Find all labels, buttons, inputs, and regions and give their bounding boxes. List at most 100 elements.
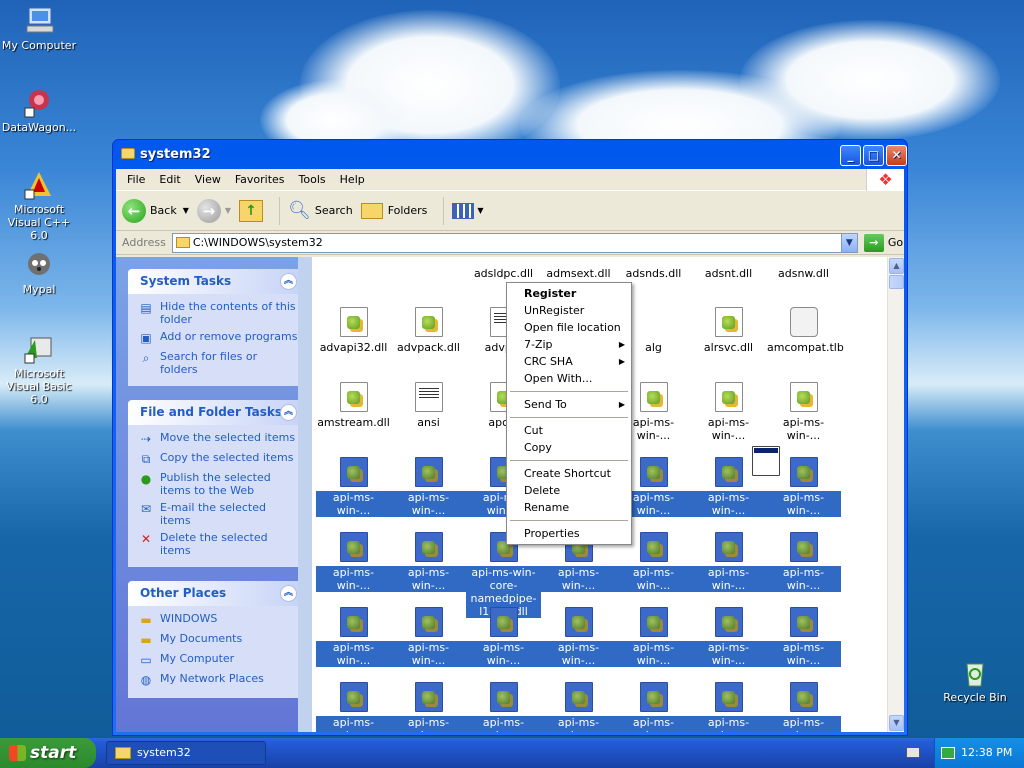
scroll-down-arrow-icon[interactable]: ▼ xyxy=(889,715,904,731)
file-item[interactable]: api-ms-win-... xyxy=(616,607,691,667)
file-item[interactable]: api-ms-win-... xyxy=(766,457,841,517)
task-pane-scrollbar[interactable] xyxy=(298,257,312,732)
task-publish-items[interactable]: ● Publish the selected items to the Web xyxy=(138,471,298,497)
task-copy-items[interactable]: ⧉ Copy the selected items xyxy=(138,451,298,467)
taskbar-item-system32[interactable]: system32 xyxy=(106,741,266,765)
maximize-button[interactable]: □ xyxy=(863,145,884,166)
place-my-network-places[interactable]: ◍ My Network Places xyxy=(138,672,298,688)
task-delete-items[interactable]: ✕ Delete the selected items xyxy=(138,531,298,557)
place-my-documents[interactable]: ▬ My Documents xyxy=(138,632,298,648)
file-item[interactable]: api-ms-win-... xyxy=(391,607,466,667)
file-item[interactable]: admsext.dll xyxy=(541,267,616,280)
search-button[interactable]: 🔍︎ Search xyxy=(288,200,353,221)
chevron-down-icon[interactable]: ▼ xyxy=(840,233,857,252)
task-add-remove-programs[interactable]: ▣ Add or remove programs xyxy=(138,330,298,346)
context-menu-item-crc-sha[interactable]: CRC SHA ▶ xyxy=(507,353,631,370)
context-menu-item-open-file-location[interactable]: Open file location xyxy=(507,319,631,336)
panel-header[interactable]: Other Places ︽ xyxy=(128,581,302,606)
title-bar[interactable]: system32 _ □ ✕ xyxy=(116,140,907,169)
file-item[interactable]: api-ms-win-... xyxy=(691,532,766,592)
close-button[interactable]: ✕ xyxy=(886,145,907,166)
file-item[interactable]: api-ms-win-... xyxy=(391,532,466,592)
menu-favorites[interactable]: Favorites xyxy=(228,173,292,186)
context-menu-item-copy[interactable]: Copy xyxy=(507,439,631,456)
file-item[interactable]: api-ms-win-... xyxy=(766,682,841,732)
file-item[interactable]: adsnw.dll xyxy=(766,267,841,280)
desktop-icon-mypal[interactable]: Mypal xyxy=(0,248,78,296)
desktop-icon-recycle-bin[interactable]: Recycle Bin xyxy=(936,656,1014,704)
file-item[interactable]: api-ms-win-... xyxy=(766,382,841,442)
context-menu-item-properties[interactable]: Properties xyxy=(507,525,631,542)
desktop-icon-my-computer[interactable]: My Computer xyxy=(0,4,78,52)
go-button[interactable]: → Go xyxy=(863,233,903,252)
file-item[interactable]: api-ms-win-... xyxy=(316,682,391,732)
file-item[interactable]: adsnt.dll xyxy=(691,267,766,280)
up-button[interactable]: ↑ xyxy=(239,199,264,222)
panel-header[interactable]: System Tasks ︽ xyxy=(128,269,302,294)
file-item[interactable]: api-ms-win-... xyxy=(616,682,691,732)
file-item[interactable]: adsldpc.dll xyxy=(466,267,541,280)
file-item[interactable]: ansi xyxy=(391,382,466,429)
context-menu-item-register[interactable]: Register xyxy=(507,285,631,302)
menu-tools[interactable]: Tools xyxy=(292,173,333,186)
menu-edit[interactable]: Edit xyxy=(152,173,187,186)
file-item[interactable]: api-ms-win-... xyxy=(766,532,841,592)
file-item[interactable]: api-ms-win-... xyxy=(691,607,766,667)
minimize-button[interactable]: _ xyxy=(840,145,861,166)
vertical-scrollbar[interactable]: ▲ ▼ xyxy=(887,257,904,732)
file-item[interactable]: api-ms-win-... xyxy=(316,457,391,517)
file-item[interactable]: adsnds.dll xyxy=(616,267,691,280)
file-item[interactable]: advpack.dll xyxy=(391,307,466,354)
file-item[interactable]: api-ms-win-... xyxy=(391,457,466,517)
task-email-items[interactable]: ✉ E-mail the selected items xyxy=(138,501,298,527)
desktop-icon-datawagon[interactable]: DataWagon... xyxy=(0,86,78,134)
menu-view[interactable]: View xyxy=(188,173,228,186)
menu-help[interactable]: Help xyxy=(333,173,372,186)
place-windows[interactable]: ▬ WINDOWS xyxy=(138,612,298,628)
file-item[interactable]: api-ms-win-... xyxy=(391,682,466,732)
file-item[interactable]: api-ms-win-... xyxy=(691,382,766,442)
place-my-computer[interactable]: ▭ My Computer xyxy=(138,652,298,668)
file-item[interactable]: api-ms-win-... xyxy=(691,682,766,732)
network-icon[interactable] xyxy=(941,747,955,759)
file-item[interactable]: api-ms-win-... xyxy=(691,457,766,517)
context-menu-item-rename[interactable]: Rename xyxy=(507,499,631,516)
scroll-up-arrow-icon[interactable]: ▲ xyxy=(889,258,904,274)
collapse-chevron-icon[interactable]: ︽ xyxy=(280,585,297,602)
task-hide-contents[interactable]: ▤ Hide the contents of this folder xyxy=(138,300,298,326)
address-input[interactable]: C:\WINDOWS\system32 ▼ xyxy=(171,232,858,253)
context-menu-item-cut[interactable]: Cut xyxy=(507,422,631,439)
file-item[interactable]: api-ms-win-... xyxy=(466,682,541,732)
desktop-icon-visual-basic[interactable]: Microsoft Visual Basic 6.0 xyxy=(0,332,78,406)
file-item[interactable]: amstream.dll xyxy=(316,382,391,429)
file-item[interactable]: api-ms-win-... xyxy=(316,532,391,592)
context-menu-item-unregister[interactable]: UnRegister xyxy=(507,302,631,319)
file-item[interactable]: api-ms-win-... xyxy=(766,607,841,667)
task-search-files[interactable]: ⌕ Search for files or folders xyxy=(138,350,298,376)
context-menu-item-create-shortcut[interactable]: Create Shortcut xyxy=(507,465,631,482)
back-button[interactable]: ← Back ▼ xyxy=(122,198,189,223)
context-menu-item-send-to[interactable]: Send To ▶ xyxy=(507,396,631,413)
file-item[interactable]: amcompat.tlb xyxy=(766,307,844,354)
keyboard-icon[interactable] xyxy=(906,747,920,758)
task-move-items[interactable]: ⇢ Move the selected items xyxy=(138,431,298,447)
context-menu-item-7-zip[interactable]: 7-Zip ▶ xyxy=(507,336,631,353)
file-item[interactable]: advapi32.dll xyxy=(316,307,391,354)
start-button[interactable]: start xyxy=(0,738,96,768)
collapse-chevron-icon[interactable]: ︽ xyxy=(280,273,297,290)
forward-button[interactable]: → ▼ xyxy=(196,198,231,223)
scroll-thumb[interactable] xyxy=(889,275,904,289)
folders-button[interactable]: Folders xyxy=(360,202,427,219)
menu-file[interactable]: File xyxy=(120,173,152,186)
views-button[interactable]: ▼ xyxy=(452,202,484,219)
file-item[interactable]: api-ms-win-... xyxy=(466,607,541,667)
file-item[interactable]: api-ms-win-... xyxy=(541,682,616,732)
panel-header[interactable]: File and Folder Tasks ︽ xyxy=(128,400,302,425)
file-item[interactable]: alrsvc.dll xyxy=(691,307,766,354)
collapse-chevron-icon[interactable]: ︽ xyxy=(280,404,297,421)
file-item[interactable]: api-ms-win-... xyxy=(541,607,616,667)
file-item[interactable]: api-ms-win-... xyxy=(316,607,391,667)
desktop-icon-visual-cpp[interactable]: Microsoft Visual C++ 6.0 xyxy=(0,168,78,242)
context-menu-item-open-with[interactable]: Open With... xyxy=(507,370,631,387)
context-menu-item-delete[interactable]: Delete xyxy=(507,482,631,499)
